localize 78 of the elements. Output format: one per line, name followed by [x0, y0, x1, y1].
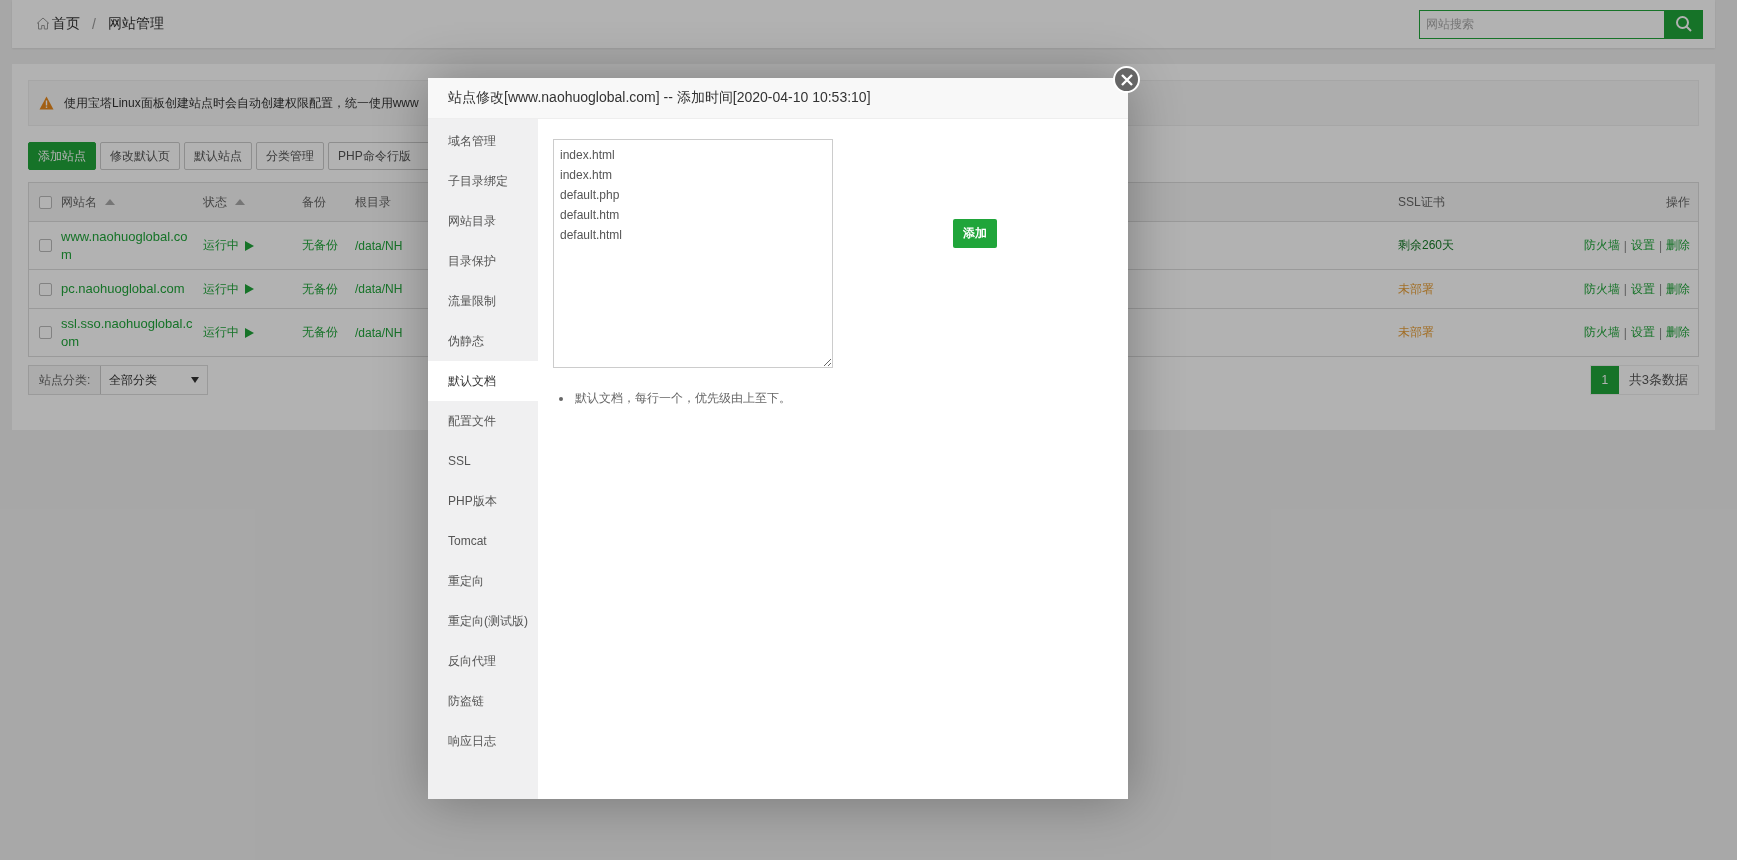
action-link[interactable]: 删除 — [1666, 324, 1690, 342]
total-count: 共3条数据 — [1627, 371, 1689, 390]
breadcrumb-link[interactable]: 网站管理 — [107, 15, 164, 33]
toolbar-button[interactable]: 修改默认页 — [100, 142, 180, 170]
action-link[interactable]: 删除 — [1666, 280, 1690, 298]
sidebar-tab[interactable]: SSL — [428, 441, 538, 481]
search-icon — [1674, 15, 1693, 33]
column-header[interactable]: 网站名 — [61, 193, 97, 211]
sidebar-tab[interactable]: 重定向(测试版) — [428, 601, 538, 641]
dropdown-icon — [191, 377, 200, 384]
sidebar-tab[interactable]: 默认文档 — [428, 361, 538, 401]
checkbox[interactable] — [38, 282, 52, 296]
root-path-link[interactable]: /data/NH — [355, 282, 403, 297]
status-link[interactable]: 运行中 — [203, 237, 239, 255]
sidebar-tab[interactable]: 反向代理 — [428, 641, 538, 681]
home-icon — [36, 16, 50, 30]
category-label: 站点分类: — [29, 366, 101, 395]
root-path-link[interactable]: /data/NH — [355, 238, 403, 253]
action-link[interactable]: 设置 — [1630, 237, 1655, 255]
status-link[interactable]: 运行中 — [203, 324, 239, 342]
status-link[interactable]: 运行中 — [203, 280, 239, 298]
site-link[interactable]: ssl.sso.naohuoglobal.com — [61, 315, 193, 351]
toolbar-button[interactable]: 默认站点 — [184, 142, 252, 170]
ssl-status-link[interactable]: 剩余260天 — [1398, 237, 1455, 255]
backup-link[interactable]: 无备份 — [302, 237, 338, 255]
sidebar-tab[interactable]: 伪静态 — [428, 321, 538, 361]
action-link[interactable]: 设置 — [1630, 324, 1655, 342]
checkbox[interactable] — [38, 239, 52, 253]
toolbar-button[interactable]: 添加站点 — [28, 142, 96, 170]
sidebar-tab[interactable]: 配置文件 — [428, 401, 538, 441]
breadcrumb-separator: / — [92, 16, 96, 32]
notice-text: 使用宝塔Linux面板创建站点时会自动创建权限配置，统一使用www — [64, 94, 419, 112]
play-icon — [245, 327, 254, 338]
action-separator: | — [1658, 282, 1662, 297]
play-icon — [245, 284, 254, 295]
dialog-title: 站点修改[www.naohuoglobal.com] -- 添加时间[2020-04-10 10:53:10] — [428, 78, 1128, 119]
default-documents-field[interactable]: index.html index.htm default.php default.htm default.html — [553, 139, 833, 368]
action-separator: | — [1658, 325, 1662, 340]
toolbar-button[interactable]: 分类管理 — [256, 142, 324, 170]
search-button[interactable] — [1664, 9, 1703, 39]
search-field[interactable]: 网站搜索 — [1419, 9, 1664, 39]
column-header[interactable]: 状态 — [203, 193, 227, 211]
column-header[interactable]: 操作 — [1666, 193, 1690, 211]
close-icon — [1119, 72, 1134, 87]
play-icon — [245, 240, 254, 251]
checkbox[interactable] — [38, 195, 52, 209]
action-separator: | — [1623, 238, 1627, 253]
checkbox[interactable] — [38, 326, 52, 340]
bullet-icon — [559, 396, 563, 401]
action-link[interactable]: 防火墙 — [1583, 237, 1620, 255]
action-link[interactable]: 删除 — [1666, 237, 1690, 255]
column-header[interactable]: SSL证书 — [1398, 193, 1445, 211]
action-separator: | — [1658, 238, 1662, 253]
action-link[interactable]: 防火墙 — [1583, 324, 1620, 342]
sidebar-tab[interactable]: Tomcat — [428, 521, 538, 561]
sidebar-tab[interactable]: PHP版本 — [428, 481, 538, 521]
site-link[interactable]: pc.naohuoglobal.com — [61, 280, 185, 298]
action-link[interactable]: 防火墙 — [1583, 280, 1620, 298]
sidebar-tab[interactable]: 网站目录 — [428, 201, 538, 241]
column-header[interactable]: 根目录 — [355, 193, 391, 211]
sidebar-tab[interactable]: 防盗链 — [428, 681, 538, 721]
root-path-link[interactable]: /data/NH — [355, 325, 403, 340]
hint-text: 默认文档，每行一个，优先级由上至下。 — [575, 390, 791, 407]
sidebar-tab[interactable]: 重定向 — [428, 561, 538, 601]
column-header[interactable]: 备份 — [302, 193, 326, 211]
backup-link[interactable]: 无备份 — [302, 324, 338, 342]
breadcrumb-link[interactable]: 首页 — [36, 15, 80, 33]
action-separator: | — [1623, 282, 1627, 297]
warning-icon — [39, 96, 54, 110]
backup-link[interactable]: 无备份 — [302, 280, 338, 298]
sidebar-tab[interactable]: 响应日志 — [428, 721, 538, 761]
site-link[interactable]: www.naohuoglobal.com — [61, 228, 193, 264]
action-separator: | — [1623, 325, 1627, 340]
sidebar-tab[interactable]: 目录保护 — [428, 241, 538, 281]
page-button[interactable]: 1 — [1590, 366, 1619, 395]
add-button[interactable]: 添加 — [953, 219, 997, 248]
sidebar-tab[interactable]: 流量限制 — [428, 281, 538, 321]
action-link[interactable]: 设置 — [1630, 280, 1655, 298]
